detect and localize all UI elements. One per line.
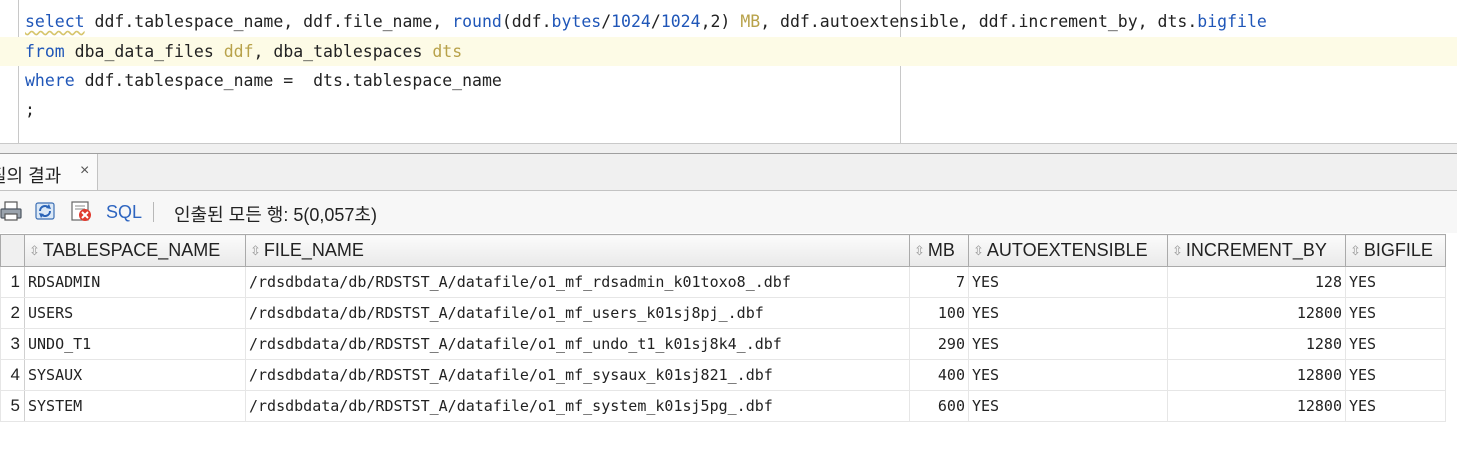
sort-icon: ⇳ — [1350, 243, 1361, 258]
column-header-label: AUTOEXTENSIBLE — [986, 240, 1148, 260]
cell-increment-by[interactable]: 12800 — [1167, 390, 1346, 422]
column-header-tablespace-name[interactable]: ⇳ TABLESPACE_NAME — [24, 234, 246, 267]
row-number: 3 — [0, 328, 25, 360]
column-header-label: TABLESPACE_NAME — [42, 240, 221, 260]
cell-file-name[interactable]: /rdsdbdata/db/RDSTST_A/datafile/o1_mf_rd… — [245, 266, 910, 298]
cell-mb[interactable]: 290 — [909, 328, 969, 360]
code-text: , dba_tablespaces — [253, 42, 433, 61]
code-text: ; — [25, 100, 35, 119]
code-text: / — [601, 12, 612, 31]
tab-label: 질의 결과 — [0, 166, 62, 186]
sort-icon: ⇳ — [973, 243, 984, 258]
column-header-mb[interactable]: ⇳ MB — [909, 234, 969, 267]
column-bigfile: bigfile — [1197, 12, 1267, 31]
sort-icon: ⇳ — [250, 243, 261, 258]
cell-tablespace-name[interactable]: SYSTEM — [24, 390, 246, 422]
number-literal: 1024 — [660, 12, 701, 31]
row-number: 2 — [0, 297, 25, 329]
code-line-1[interactable]: select ddf.tablespace_name, ddf.file_nam… — [0, 7, 1457, 36]
cell-increment-by[interactable]: 12800 — [1167, 297, 1346, 329]
refresh-icon[interactable] — [34, 200, 56, 222]
table-row[interactable]: 1 RDSADMIN /rdsdbdata/db/RDSTST_A/datafi… — [0, 266, 1446, 298]
cell-mb[interactable]: 600 — [909, 390, 969, 422]
table-row[interactable]: 3 UNDO_T1 /rdsdbdata/db/RDSTST_A/datafil… — [0, 328, 1446, 360]
results-toolbar: SQL 인출된 모든 행: 5(0,057초) — [0, 191, 1457, 233]
column-header-file-name[interactable]: ⇳ FILE_NAME — [245, 234, 910, 267]
alias-ddf: ddf — [223, 42, 254, 61]
pane-splitter[interactable] — [0, 143, 1457, 154]
cell-file-name[interactable]: /rdsdbdata/db/RDSTST_A/datafile/o1_mf_un… — [245, 328, 910, 360]
keyword-from: from — [25, 42, 65, 61]
results-tab-bar: 질의 결과 × — [0, 154, 1457, 191]
cell-autoextensible[interactable]: YES — [968, 266, 1168, 298]
cell-bigfile[interactable]: YES — [1345, 359, 1446, 391]
clear-icon[interactable] — [70, 200, 92, 222]
cell-increment-by[interactable]: 128 — [1167, 266, 1346, 298]
cell-file-name[interactable]: /rdsdbdata/db/RDSTST_A/datafile/o1_mf_sy… — [245, 390, 910, 422]
row-number: 4 — [0, 359, 25, 391]
cell-tablespace-name[interactable]: UNDO_T1 — [24, 328, 246, 360]
cell-mb[interactable]: 7 — [909, 266, 969, 298]
print-icon[interactable] — [0, 200, 22, 222]
sql-button[interactable]: SQL — [106, 202, 142, 223]
code-text: dba_data_files — [64, 42, 224, 61]
table-row[interactable]: 5 SYSTEM /rdsdbdata/db/RDSTST_A/datafile… — [0, 390, 1446, 422]
column-header-bigfile[interactable]: ⇳ BIGFILE — [1345, 234, 1446, 267]
column-header-label: BIGFILE — [1363, 240, 1433, 260]
result-grid[interactable]: ⇳ TABLESPACE_NAME ⇳ FILE_NAME ⇳ MB ⇳ AUTOEXT… — [0, 234, 1446, 422]
grid-header-row: ⇳ TABLESPACE_NAME ⇳ FILE_NAME ⇳ MB ⇳ AUTOEXT… — [0, 234, 1446, 267]
sort-icon: ⇳ — [29, 243, 40, 258]
number-literal: 1024 — [611, 12, 651, 31]
toolbar-divider — [153, 202, 154, 222]
code-text: ddf.tablespace_name = dts.tablespace_nam… — [74, 71, 502, 90]
keyword-where: where — [25, 71, 75, 90]
cell-autoextensible[interactable]: YES — [968, 390, 1168, 422]
fetch-status: 인출된 모든 행: 5(0,057초) — [174, 205, 377, 225]
code-text: (ddf. — [501, 12, 552, 31]
column-header-label: FILE_NAME — [263, 240, 364, 260]
tab-query-result[interactable]: 질의 결과 × — [0, 154, 98, 190]
table-row[interactable]: 2 USERS /rdsdbdata/db/RDSTST_A/datafile/… — [0, 297, 1446, 329]
row-number: 1 — [0, 266, 25, 298]
cell-increment-by[interactable]: 1280 — [1167, 328, 1346, 360]
sort-icon: ⇳ — [914, 243, 925, 258]
alias-dts: dts — [432, 42, 463, 61]
cell-tablespace-name[interactable]: RDSADMIN — [24, 266, 246, 298]
keyword-select: select — [25, 12, 85, 31]
close-icon[interactable]: × — [80, 163, 89, 179]
column-header-label: MB — [927, 240, 955, 260]
code-line-4[interactable]: ; — [0, 95, 1457, 124]
cell-tablespace-name[interactable]: SYSAUX — [24, 359, 246, 391]
column-header-autoextensible[interactable]: ⇳ AUTOEXTENSIBLE — [968, 234, 1168, 267]
cell-file-name[interactable]: /rdsdbdata/db/RDSTST_A/datafile/o1_mf_sy… — [245, 359, 910, 391]
cell-bigfile[interactable]: YES — [1345, 328, 1446, 360]
row-number-header — [0, 234, 25, 267]
code-text: / — [650, 12, 661, 31]
cell-mb[interactable]: 400 — [909, 359, 969, 391]
code-text: ddf.tablespace_name, ddf.file_name, — [84, 12, 453, 31]
sort-icon: ⇳ — [1172, 243, 1183, 258]
function-round: round — [452, 12, 502, 31]
cell-file-name[interactable]: /rdsdbdata/db/RDSTST_A/datafile/o1_mf_us… — [245, 297, 910, 329]
code-line-2[interactable]: from dba_data_files ddf, dba_tablespaces… — [0, 37, 1457, 66]
cell-autoextensible[interactable]: YES — [968, 328, 1168, 360]
sql-editor[interactable]: select ddf.tablespace_name, ddf.file_nam… — [0, 0, 1457, 143]
alias-mb: MB — [740, 12, 761, 31]
code-line-3[interactable]: where ddf.tablespace_name = dts.tablespa… — [0, 66, 1457, 95]
cell-increment-by[interactable]: 12800 — [1167, 359, 1346, 391]
cell-autoextensible[interactable]: YES — [968, 297, 1168, 329]
cell-autoextensible[interactable]: YES — [968, 359, 1168, 391]
row-number: 5 — [0, 390, 25, 422]
column-header-label: INCREMENT_BY — [1185, 240, 1327, 260]
cell-bigfile[interactable]: YES — [1345, 266, 1446, 298]
cell-tablespace-name[interactable]: USERS — [24, 297, 246, 329]
cell-mb[interactable]: 100 — [909, 297, 969, 329]
cell-bigfile[interactable]: YES — [1345, 390, 1446, 422]
code-text: , ddf.autoextensible, ddf.increment_by, … — [760, 12, 1198, 31]
column-header-increment-by[interactable]: ⇳ INCREMENT_BY — [1167, 234, 1346, 267]
column-bytes: bytes — [551, 12, 602, 31]
cell-bigfile[interactable]: YES — [1345, 297, 1446, 329]
code-text: ,2) — [700, 12, 741, 31]
table-row[interactable]: 4 SYSAUX /rdsdbdata/db/RDSTST_A/datafile… — [0, 359, 1446, 391]
